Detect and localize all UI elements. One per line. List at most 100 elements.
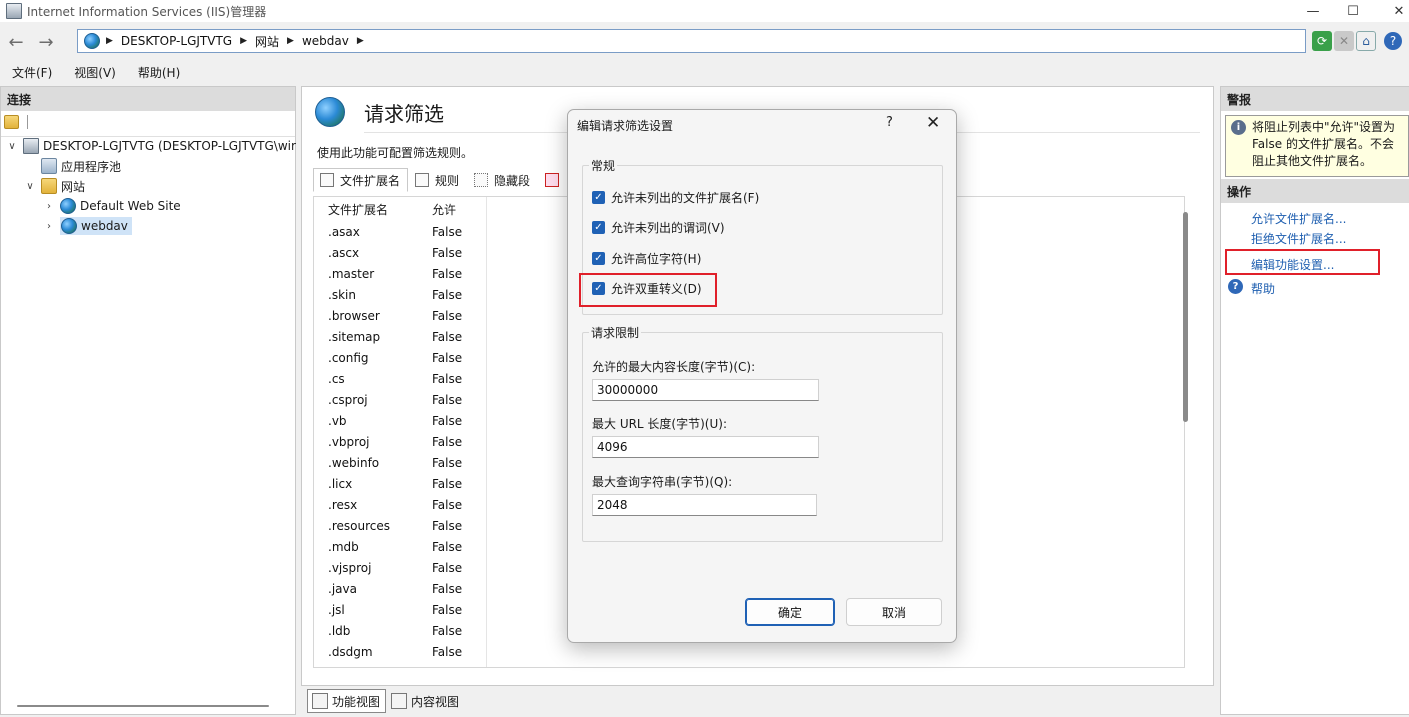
table-row[interactable]: .csproj False	[314, 389, 485, 410]
help-link[interactable]: 帮助	[1251, 280, 1275, 297]
max-content-length-input[interactable]: 30000000	[592, 379, 819, 401]
allow-unlisted-verbs-checkbox[interactable]: ✓ 允许未列出的谓词(V)	[592, 219, 725, 236]
table-row[interactable]: .master False	[314, 263, 485, 284]
table-row[interactable]: .skin False	[314, 284, 485, 305]
cell-allowed: False	[432, 413, 463, 428]
tree-node-sites[interactable]: ∨ 网站	[23, 176, 85, 196]
highlight-double-escaping	[579, 273, 717, 307]
table-row[interactable]: .ascx False	[314, 242, 485, 263]
window-title: Internet Information Services (IIS)管理器	[27, 4, 267, 19]
tree-label-default-site: Default Web Site	[80, 199, 181, 213]
actions-panel: 警报 操作	[1220, 86, 1409, 715]
dialog-close-button[interactable]: ✕	[926, 113, 940, 133]
max-query-string-input[interactable]: 2048	[592, 494, 817, 516]
breadcrumb-separator-icon[interactable]: ▶	[106, 36, 113, 46]
cell-extension: .ldb	[328, 623, 351, 638]
vertical-scrollbar[interactable]	[1183, 212, 1188, 422]
checkbox-checked-icon[interactable]: ✓	[592, 191, 605, 204]
tree-node-webdav[interactable]: › webdav	[42, 216, 132, 236]
cell-extension: .resources	[328, 518, 390, 533]
menu-help[interactable]: 帮助(H)	[126, 64, 190, 81]
help-icon[interactable]: ?	[1384, 32, 1402, 50]
checkbox-checked-icon[interactable]: ✓	[592, 221, 605, 234]
breadcrumb-separator-icon[interactable]: ▶	[357, 36, 364, 46]
ok-button[interactable]: 确定	[745, 598, 835, 626]
cell-allowed: False	[432, 497, 463, 512]
breadcrumb-sites[interactable]: 网站	[255, 33, 279, 50]
table-row[interactable]: .ldb False	[314, 620, 485, 641]
menu-file[interactable]: 文件(F)	[0, 64, 62, 81]
table-row[interactable]: .mdb False	[314, 536, 485, 557]
breadcrumb-separator-icon[interactable]: ▶	[287, 36, 294, 46]
new-connection-icon[interactable]	[4, 115, 19, 129]
tab-rules[interactable]: 规则	[408, 168, 467, 192]
cell-extension: .skin	[328, 287, 356, 302]
checkbox-label: 允许未列出的文件扩展名(F)	[611, 191, 760, 205]
column-header-extension[interactable]: 文件扩展名	[314, 201, 419, 218]
table-row[interactable]: .resources False	[314, 515, 485, 536]
chevron-down-icon[interactable]: ∨	[23, 181, 37, 192]
cell-allowed: False	[432, 560, 463, 575]
cell-allowed: False	[432, 476, 463, 491]
chevron-down-icon[interactable]: ∨	[5, 141, 19, 152]
menu-view[interactable]: 视图(V)	[62, 64, 126, 81]
table-row[interactable]: .config False	[314, 347, 485, 368]
deny-icon	[545, 173, 560, 187]
feature-view-icon	[312, 693, 328, 709]
refresh-icon[interactable]: ⟳	[1312, 31, 1332, 51]
table-row[interactable]: .vb False	[314, 410, 485, 431]
breadcrumb-webdav[interactable]: webdav	[302, 34, 349, 48]
horizontal-scrollbar[interactable]	[17, 705, 269, 707]
tree-node-server[interactable]: ∨ DESKTOP-LGJTVTG (DESKTOP-LGJTVTG\wir	[5, 136, 296, 156]
maximize-button[interactable]: ☐	[1330, 0, 1376, 22]
tree-node-default-site[interactable]: › Default Web Site	[42, 196, 181, 216]
cancel-button[interactable]: 取消	[846, 598, 942, 626]
server-icon	[23, 138, 39, 154]
address-bar[interactable]: ▶ DESKTOP-LGJTVTG ▶ 网站 ▶ webdav ▶	[77, 29, 1306, 53]
forward-arrow-icon[interactable]: →	[34, 31, 58, 53]
menu-bar: 文件(F) 视图(V) 帮助(H)	[0, 61, 1409, 83]
file-icon	[320, 173, 334, 187]
chevron-right-icon[interactable]: ›	[42, 201, 56, 212]
table-row[interactable]: .licx False	[314, 473, 485, 494]
table-row[interactable]: .webinfo False	[314, 452, 485, 473]
info-icon: i	[1231, 120, 1246, 135]
cell-extension: .vjsproj	[328, 560, 372, 575]
cell-allowed: False	[432, 455, 463, 470]
column-header-allowed[interactable]: 允许	[419, 201, 485, 218]
tree-node-app-pools[interactable]: 应用程序池	[23, 156, 121, 176]
checkbox-checked-icon[interactable]: ✓	[592, 252, 605, 265]
tab-file-extensions[interactable]: 文件扩展名	[313, 168, 409, 192]
dialog-help-button[interactable]: ?	[886, 115, 893, 130]
table-row[interactable]: .asax False	[314, 221, 485, 242]
cell-allowed: False	[432, 224, 463, 239]
home-icon[interactable]: ⌂	[1356, 31, 1376, 51]
tab-hidden-segments[interactable]: 隐藏段	[467, 168, 538, 192]
table-row[interactable]: .java False	[314, 578, 485, 599]
tree-label-app-pools: 应用程序池	[61, 159, 122, 174]
table-row[interactable]: .vjsproj False	[314, 557, 485, 578]
chevron-right-icon[interactable]: ›	[42, 221, 56, 232]
stop-icon[interactable]: ✕	[1334, 31, 1354, 51]
max-url-length-input[interactable]: 4096	[592, 436, 819, 458]
table-row[interactable]: .sitemap False	[314, 326, 485, 347]
table-row[interactable]: .dsdgm False	[314, 641, 485, 662]
feature-view-button[interactable]: 功能视图	[307, 689, 387, 713]
breadcrumb-separator-icon[interactable]: ▶	[240, 36, 247, 46]
table-row[interactable]: .jsl False	[314, 599, 485, 620]
cell-extension: .webinfo	[328, 455, 380, 470]
table-row[interactable]: .vbproj False	[314, 431, 485, 452]
allow-unlisted-extensions-checkbox[interactable]: ✓ 允许未列出的文件扩展名(F)	[592, 189, 759, 206]
allow-extension-link[interactable]: 允许文件扩展名...	[1251, 210, 1346, 227]
deny-extension-link[interactable]: 拒绝文件扩展名...	[1251, 230, 1346, 247]
allow-high-bit-checkbox[interactable]: ✓ 允许高位字符(H)	[592, 250, 701, 267]
content-view-button[interactable]: 内容视图	[386, 689, 465, 713]
back-arrow-icon[interactable]: ←	[4, 31, 28, 53]
close-window-button[interactable]: ✕	[1376, 0, 1409, 22]
cell-allowed: False	[432, 581, 463, 596]
cell-extension: .dsdgm	[328, 644, 373, 659]
table-row[interactable]: .cs False	[314, 368, 485, 389]
table-row[interactable]: .resx False	[314, 494, 485, 515]
table-row[interactable]: .browser False	[314, 305, 485, 326]
breadcrumb-server[interactable]: DESKTOP-LGJTVTG	[121, 34, 232, 48]
